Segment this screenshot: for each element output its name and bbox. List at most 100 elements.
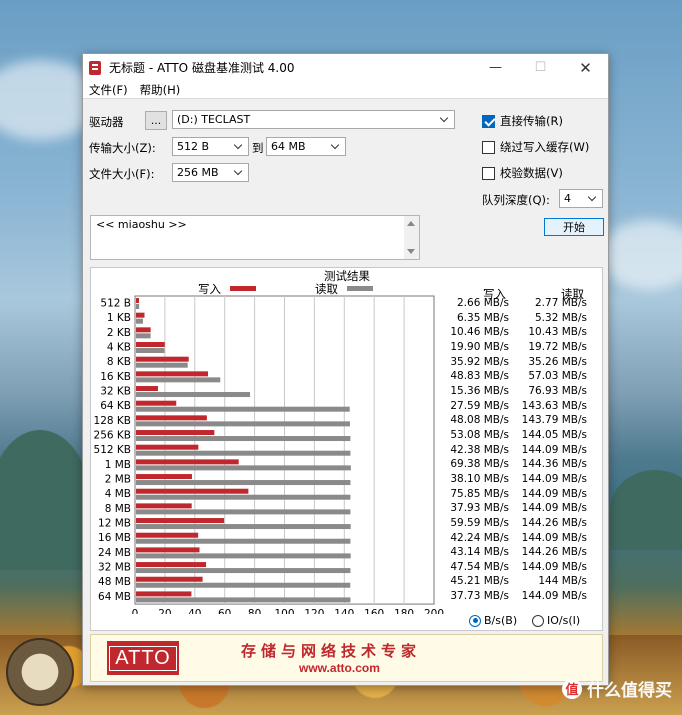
watermark: 值 什么值得买: [562, 676, 672, 701]
start-button[interactable]: 开始: [544, 218, 604, 236]
banner-website-link[interactable]: www.atto.com: [299, 661, 380, 675]
unit-bytes-radio[interactable]: B/s(B): [469, 614, 517, 627]
results-panel: 测试结果 写入 读取 写入 读取 02040608010012014016018…: [90, 267, 603, 631]
y-tick-label: 1 KB: [107, 312, 131, 324]
read-value: 144.09 MB/s: [521, 531, 587, 544]
checkbox-checked-icon: [482, 114, 495, 128]
y-tick-label: 12 MB: [98, 518, 131, 530]
write-bar: [136, 474, 192, 480]
write-bar: [136, 562, 207, 568]
banner-slogan: 存储与网络技术专家: [241, 642, 422, 660]
background-cloud: [600, 220, 682, 290]
window-title: 无标题 - ATTO 磁盘基准测试 4.00: [109, 61, 295, 75]
read-value: 5.32 MB/s: [535, 311, 587, 324]
read-bar: [136, 450, 351, 456]
write-bar: [136, 430, 215, 436]
atto-banner[interactable]: ATTO 存储与网络技术专家 www.atto.com: [90, 634, 603, 682]
menu-file[interactable]: 文件(F): [89, 82, 128, 98]
read-value: 144.09 MB/s: [521, 443, 587, 456]
write-bar: [136, 327, 151, 333]
title-bar[interactable]: 无标题 - ATTO 磁盘基准测试 4.00 — ☐ ✕: [83, 54, 608, 81]
x-tick-label: 120: [304, 608, 324, 614]
write-value: 35.92 MB/s: [450, 355, 509, 368]
write-value: 10.46 MB/s: [450, 326, 509, 339]
write-value: 45.21 MB/s: [450, 575, 509, 588]
y-tick-label: 16 KB: [100, 371, 131, 383]
read-bar: [136, 494, 351, 500]
y-tick-label: 512 KB: [94, 444, 131, 456]
y-tick-label: 32 KB: [100, 386, 131, 398]
y-tick-label: 1 MB: [105, 459, 131, 471]
write-value: 42.38 MB/s: [450, 443, 509, 456]
write-bar: [136, 356, 189, 362]
minimize-button[interactable]: —: [473, 54, 518, 81]
unit-bytes-label: B/s(B): [484, 614, 518, 627]
bypass-cache-checkbox[interactable]: 绕过写入缓存(W): [482, 139, 589, 155]
x-tick-label: 80: [248, 608, 261, 614]
read-bar: [136, 465, 351, 471]
write-value: 59.59 MB/s: [450, 516, 509, 529]
write-value: 47.54 MB/s: [450, 560, 509, 573]
read-bar: [136, 406, 350, 412]
write-value: 2.66 MB/s: [457, 297, 509, 309]
read-bar: [136, 582, 351, 588]
chevron-down-icon: [440, 113, 450, 125]
write-value: 6.35 MB/s: [457, 311, 509, 324]
write-value: 53.08 MB/s: [450, 428, 509, 441]
read-value: 144.26 MB/s: [521, 546, 587, 559]
description-scrollbar[interactable]: [404, 216, 419, 259]
read-value: 144.05 MB/s: [521, 428, 587, 441]
x-tick-label: 0: [132, 608, 139, 614]
direct-io-checkbox[interactable]: 直接传输(R): [482, 113, 563, 129]
scroll-down-icon[interactable]: [407, 249, 415, 254]
read-bar: [136, 333, 151, 339]
y-tick-label: 16 MB: [98, 532, 131, 544]
write-value: 37.93 MB/s: [450, 502, 509, 515]
read-value: 143.63 MB/s: [521, 399, 587, 412]
x-tick-label: 100: [274, 608, 294, 614]
write-value: 69.38 MB/s: [450, 458, 509, 471]
read-bar: [136, 480, 351, 486]
maximize-button[interactable]: ☐: [518, 54, 563, 81]
author-seal-logo: [6, 638, 74, 706]
read-bar: [136, 436, 351, 442]
transfer-to-value: 64 MB: [271, 140, 306, 153]
close-button[interactable]: ✕: [563, 54, 608, 81]
file-size-select[interactable]: 256 MB: [172, 163, 249, 182]
y-tick-label: 48 MB: [98, 576, 131, 588]
y-tick-label: 32 MB: [98, 562, 131, 574]
drive-label: 驱动器: [89, 115, 124, 129]
scroll-up-icon[interactable]: [407, 221, 415, 226]
queue-depth-select[interactable]: 4: [559, 189, 603, 208]
read-value: 144.09 MB/s: [521, 487, 587, 500]
description-textarea[interactable]: << miaoshu >>: [90, 215, 420, 260]
write-bar: [136, 342, 165, 348]
read-bar: [136, 553, 351, 559]
menu-help[interactable]: 帮助(H): [140, 82, 181, 98]
verify-data-checkbox[interactable]: 校验数据(V): [482, 165, 563, 181]
write-bar: [136, 298, 139, 303]
write-value: 38.10 MB/s: [450, 472, 509, 485]
transfer-from-select[interactable]: 512 B: [172, 137, 249, 156]
read-bar: [136, 348, 165, 354]
read-value: 144.09 MB/s: [521, 472, 587, 485]
watermark-badge-icon: 值: [562, 678, 582, 699]
x-tick-label: 140: [334, 608, 354, 614]
browse-button[interactable]: ...: [145, 111, 167, 130]
read-value: 144.36 MB/s: [521, 458, 587, 471]
write-bar: [136, 371, 209, 377]
write-bar: [136, 503, 192, 509]
write-bar: [136, 547, 200, 553]
drive-value: (D:) TECLAST: [177, 113, 251, 126]
y-tick-label: 2 MB: [105, 474, 131, 486]
read-value: 143.79 MB/s: [521, 414, 587, 427]
write-bar: [136, 444, 199, 450]
write-value: 48.08 MB/s: [450, 414, 509, 427]
transfer-from-value: 512 B: [177, 140, 210, 153]
watermark-text: 什么值得买: [587, 681, 672, 701]
drive-select[interactable]: (D:) TECLAST: [172, 110, 455, 129]
transfer-to-select[interactable]: 64 MB: [266, 137, 346, 156]
write-bar: [136, 400, 177, 406]
unit-io-radio[interactable]: IO/s(I): [532, 614, 580, 627]
write-value: 27.59 MB/s: [450, 399, 509, 412]
